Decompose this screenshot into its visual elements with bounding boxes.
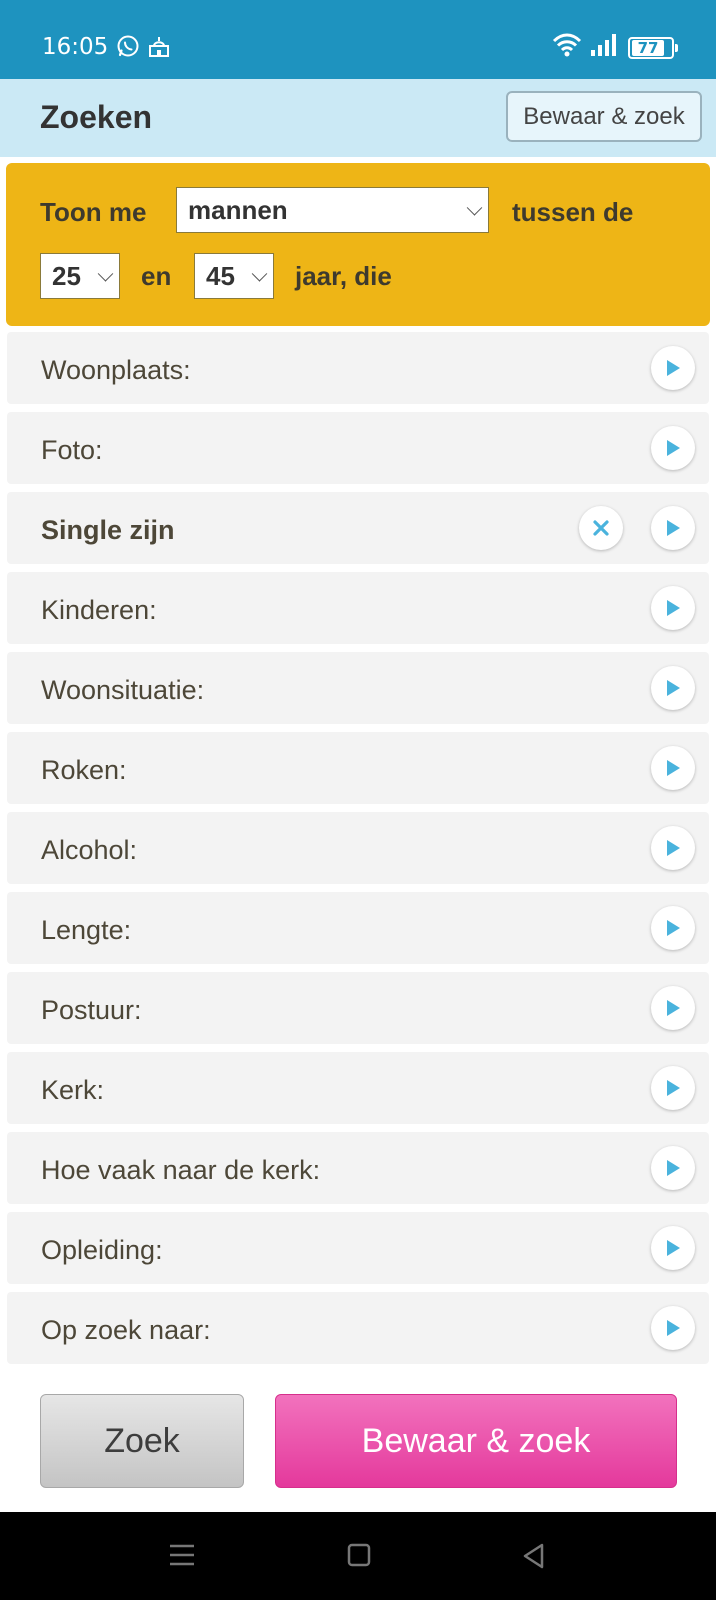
play-icon[interactable]	[651, 666, 695, 710]
criteria-row[interactable]: Kinderen:	[7, 572, 709, 644]
criteria-row[interactable]: Alcohol:	[7, 812, 709, 884]
play-icon[interactable]	[651, 586, 695, 630]
chevron-down-icon	[466, 200, 483, 216]
menu-icon[interactable]	[168, 1542, 196, 1573]
play-icon[interactable]	[651, 986, 695, 1030]
criteria-label: Kerk:	[41, 1075, 105, 1105]
gender-select[interactable]: mannen	[176, 187, 489, 233]
header-save-search-button[interactable]: Bewaar & zoek	[506, 91, 702, 142]
criteria-row[interactable]: Single zijn	[7, 492, 709, 564]
play-icon[interactable]	[651, 426, 695, 470]
criteria-row[interactable]: Kerk:	[7, 1052, 709, 1124]
home-icon[interactable]	[346, 1542, 372, 1573]
play-icon[interactable]	[651, 826, 695, 870]
play-icon[interactable]	[651, 506, 695, 550]
show-me-label: Toon me	[40, 197, 147, 227]
age-max-value: 45	[206, 260, 235, 291]
play-icon[interactable]	[651, 746, 695, 790]
mosque-icon	[148, 34, 170, 63]
page-header: Zoeken Bewaar & zoek	[0, 79, 716, 157]
criteria-label: Alcohol:	[41, 835, 138, 865]
criteria-row[interactable]: Roken:	[7, 732, 709, 804]
criteria-label: Woonplaats:	[41, 355, 191, 385]
criteria-row[interactable]: Foto:	[7, 412, 709, 484]
battery-level: 77	[632, 39, 664, 56]
between-label: tussen de	[512, 197, 634, 227]
signal-icon	[590, 33, 620, 62]
system-nav-bar	[0, 1512, 716, 1600]
status-time: 16:05	[42, 34, 109, 60]
criteria-row[interactable]: Opleiding:	[7, 1212, 709, 1284]
criteria-label: Postuur:	[41, 995, 142, 1025]
wifi-icon	[552, 33, 582, 62]
clear-icon[interactable]	[579, 506, 623, 550]
and-label: en	[141, 261, 172, 291]
criteria-label: Woonsituatie:	[41, 675, 205, 705]
criteria-label: Kinderen:	[41, 595, 157, 625]
page-title: Zoeken	[40, 99, 153, 135]
age-min-value: 25	[52, 260, 81, 291]
criteria-row[interactable]: Hoe vaak naar de kerk:	[7, 1132, 709, 1204]
play-icon[interactable]	[651, 346, 695, 390]
back-icon[interactable]	[520, 1542, 548, 1575]
status-bar: 16:05 77	[0, 0, 716, 79]
chevron-down-icon	[97, 266, 114, 282]
criteria-label: Lengte:	[41, 915, 132, 945]
criteria-label: Hoe vaak naar de kerk:	[41, 1155, 321, 1185]
years-label: jaar, die	[295, 261, 392, 291]
criteria-label: Roken:	[41, 755, 127, 785]
play-icon[interactable]	[651, 1146, 695, 1190]
criteria-row[interactable]: Postuur:	[7, 972, 709, 1044]
criteria-row[interactable]: Op zoek naar:	[7, 1292, 709, 1364]
search-button[interactable]: Zoek	[40, 1394, 244, 1488]
age-min-select[interactable]: 25	[40, 253, 120, 299]
whatsapp-icon	[116, 34, 140, 63]
play-icon[interactable]	[651, 1226, 695, 1270]
save-search-button[interactable]: Bewaar & zoek	[275, 1394, 677, 1488]
play-icon[interactable]	[651, 906, 695, 950]
criteria-label: Op zoek naar:	[41, 1315, 211, 1345]
criteria-row[interactable]: Woonplaats:	[7, 332, 709, 404]
criteria-label: Opleiding:	[41, 1235, 163, 1265]
play-icon[interactable]	[651, 1306, 695, 1350]
criteria-label: Single zijn	[41, 515, 175, 545]
gender-select-value: mannen	[188, 194, 288, 225]
criteria-row[interactable]: Woonsituatie:	[7, 652, 709, 724]
play-icon[interactable]	[651, 1066, 695, 1110]
battery-icon: 77	[628, 36, 678, 59]
criteria-list: Woonplaats: Foto: Single zijn Kinderen: Woon…	[7, 332, 709, 1372]
basic-filter-panel: Toon me mannen tussen de 25 en 45 jaar, …	[6, 163, 710, 326]
criteria-label: Foto:	[41, 435, 103, 465]
criteria-row[interactable]: Lengte:	[7, 892, 709, 964]
chevron-down-icon	[251, 266, 268, 282]
age-max-select[interactable]: 45	[194, 253, 274, 299]
